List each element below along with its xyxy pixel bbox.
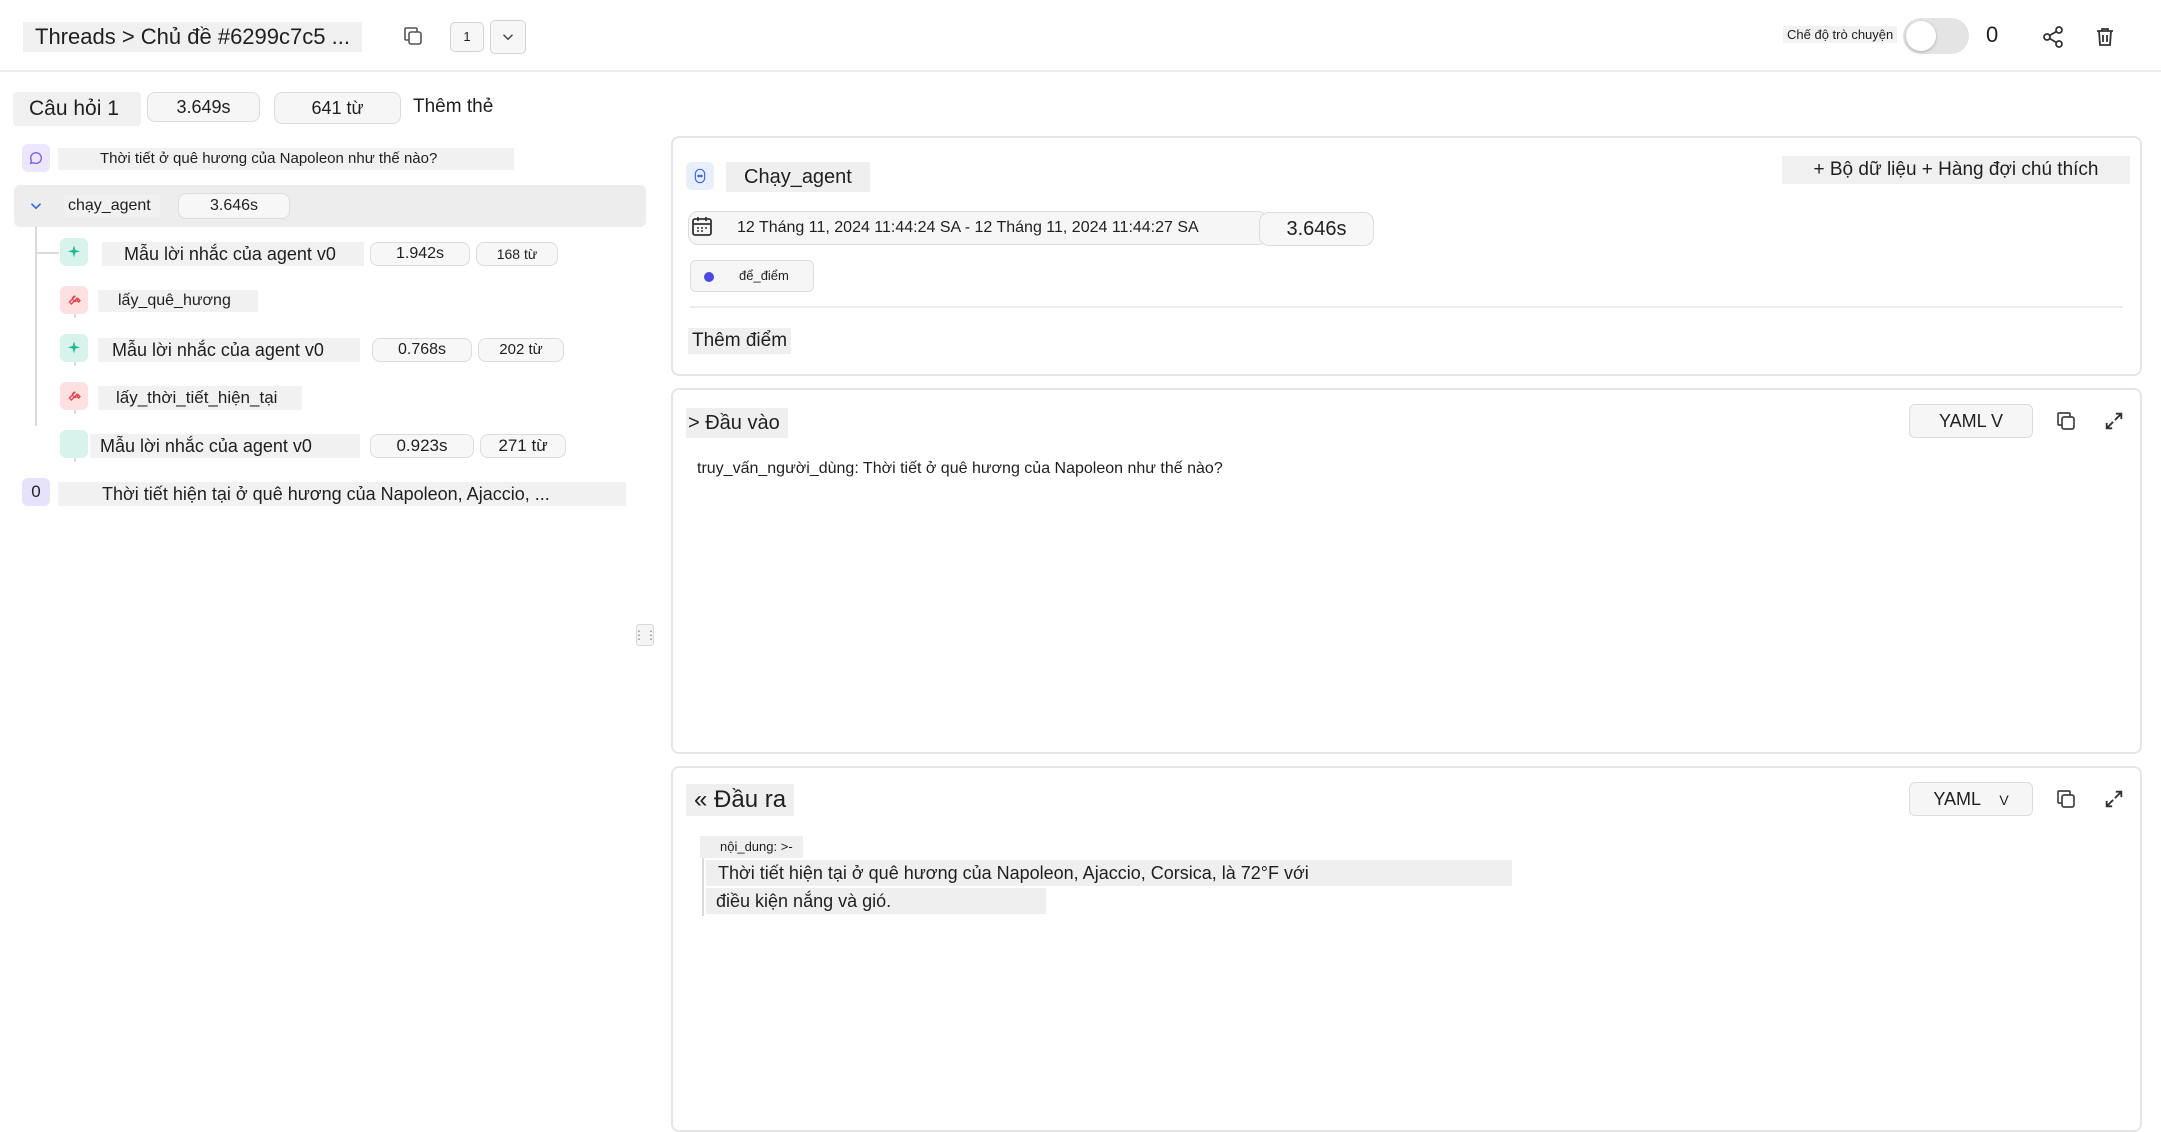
top-header: Threads > Chủ đề #6299c7c5 ... 1 Chế độ … <box>0 0 2161 72</box>
tree-connector <box>35 252 59 254</box>
token-pill: 641 từ <box>274 92 401 124</box>
copy-icon[interactable] <box>2051 784 2081 814</box>
add-score-button[interactable]: Thêm điểm <box>688 328 792 354</box>
sparkle-icon <box>60 430 88 458</box>
tree-row-llm-2[interactable]: Mẫu lời nhắc của agent v0 0.768s 202 từ <box>58 328 658 368</box>
chevron-down-icon: V <box>1999 792 2009 808</box>
tool-2-name: lấy_thời_tiết_hiện_tại <box>98 386 302 410</box>
agent-latency: 3.646s <box>178 193 290 219</box>
thread-counter[interactable]: 1 <box>450 22 484 52</box>
date-range: 12 Tháng 11, 2024 11:44:24 SA - 12 Tháng… <box>688 211 1268 245</box>
output-panel: « Đầu ra YAML V nội_dung: >- Thời tiết h… <box>671 766 2142 1132</box>
tree-row-tool-2[interactable]: lấy_thời_tiết_hiện_tại <box>58 376 658 416</box>
output-key: nội_dung: >- <box>700 836 803 858</box>
yaml-indent-bar <box>702 858 704 916</box>
chat-bubble-icon <box>22 144 50 172</box>
add-to-dataset-button[interactable]: + Bộ dữ liệu + Hàng đợi chú thích <box>1782 156 2130 184</box>
output-line-2: điều kiện nắng và gió. <box>706 888 1046 914</box>
llm-1-tokens: 168 từ <box>476 242 558 266</box>
chat-mode-toggle[interactable] <box>1903 18 1969 54</box>
input-format-select[interactable]: YAML V <box>1909 404 2033 438</box>
tree-row-user-query[interactable]: Thời tiết ở quê hương của Napoleon như t… <box>14 138 654 178</box>
tree-row-agent[interactable]: chạy_agent 3.646s <box>14 185 646 227</box>
sparkle-icon <box>60 334 88 362</box>
tool-1-name: lấy_quê_hương <box>98 290 258 312</box>
copy-icon[interactable] <box>2051 406 2081 436</box>
resize-handle-icon[interactable]: ⋮⋮ <box>633 624 657 646</box>
run-name: Chạy_agent <box>726 162 870 192</box>
input-content: truy_vấn_người_dùng: Thời tiết ở quê hươ… <box>697 460 1223 477</box>
input-section-toggle[interactable]: > Đầu vào <box>686 408 788 438</box>
run-duration: 3.646s <box>1259 212 1374 246</box>
chevron-down-icon[interactable] <box>490 20 526 54</box>
agent-icon <box>686 162 714 190</box>
agent-name: chạy_agent <box>64 195 160 217</box>
run-details-panel: Chạy_agent + Bộ dữ liệu + Hàng đợi chú t… <box>671 136 2142 376</box>
breadcrumb[interactable]: Threads > Chủ đề #6299c7c5 ... <box>23 22 362 52</box>
llm-2-latency: 0.768s <box>372 338 472 362</box>
llm-1-latency: 1.942s <box>370 242 470 266</box>
output-preview: Thời tiết hiện tại ở quê hương của Napol… <box>58 482 626 506</box>
wrench-icon <box>60 286 88 314</box>
tree-row-tool-1[interactable]: lấy_quê_hương <box>58 280 658 320</box>
llm-2-name: Mẫu lời nhắc của agent v0 <box>98 338 360 362</box>
llm-1-name: Mẫu lời nhắc của agent v0 <box>102 242 364 266</box>
toggle-knob <box>1906 21 1936 51</box>
score-label: để_điểm <box>739 268 789 283</box>
score-dot <box>704 272 714 282</box>
output-format-label: YAML <box>1933 789 1981 809</box>
trash-icon[interactable] <box>2088 20 2122 54</box>
llm-3-latency: 0.923s <box>370 434 474 458</box>
chat-mode-label: Chế độ trò chuyện <box>1783 26 1898 43</box>
sparkle-icon <box>60 238 88 266</box>
add-tag-button[interactable]: Thêm thẻ <box>413 96 493 118</box>
tree-row-llm-1[interactable]: Mẫu lời nhắc của agent v0 1.942s 168 từ <box>58 232 658 272</box>
comment-count: 0 <box>1986 22 1999 47</box>
trace-tree: Thời tiết ở quê hương của Napoleon như t… <box>0 130 660 1130</box>
wrench-icon <box>60 382 88 410</box>
output-section-toggle[interactable]: « Đầu ra <box>686 784 795 816</box>
input-panel: > Đầu vào YAML V truy_vấn_người_dùng: Th… <box>671 388 2142 754</box>
divider <box>690 306 2123 308</box>
llm-2-tokens: 202 từ <box>478 338 564 362</box>
llm-3-tokens: 271 từ <box>480 434 566 458</box>
chevron-down-icon[interactable] <box>22 192 50 220</box>
calendar-icon <box>690 214 716 240</box>
score-chip[interactable]: để_điểm <box>690 260 814 292</box>
question-title: Câu hỏi 1 <box>13 92 141 126</box>
tree-row-output[interactable]: 0 Thời tiết hiện tại ở quê hương của Nap… <box>22 472 652 512</box>
tree-row-llm-3[interactable]: Mẫu lời nhắc của agent v0 0.923s 271 từ <box>58 424 658 464</box>
output-badge: 0 <box>22 478 50 506</box>
tree-connector <box>35 226 37 426</box>
expand-icon[interactable] <box>2099 406 2129 436</box>
share-icon[interactable] <box>2036 20 2070 54</box>
copy-icon[interactable] <box>397 20 429 52</box>
user-query-label: Thời tiết ở quê hương của Napoleon như t… <box>58 148 514 170</box>
llm-3-name: Mẫu lời nhắc của agent v0 <box>90 434 360 458</box>
latency-pill: 3.649s <box>147 92 260 122</box>
output-format-select[interactable]: YAML V <box>1909 782 2033 816</box>
output-line-1: Thời tiết hiện tại ở quê hương của Napol… <box>706 860 1512 886</box>
expand-icon[interactable] <box>2099 784 2129 814</box>
